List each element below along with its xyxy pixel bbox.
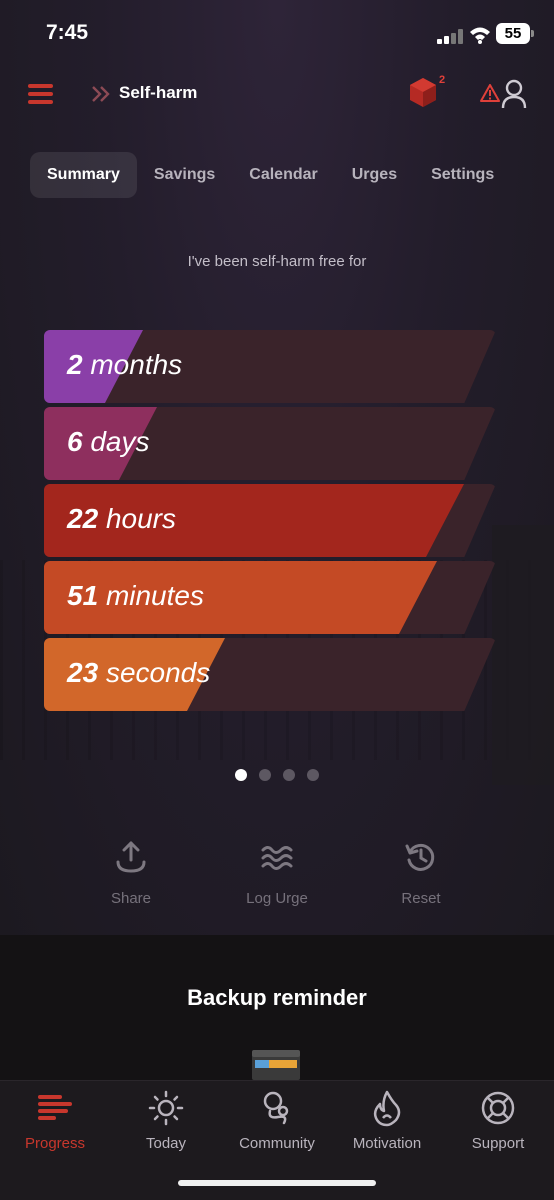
counter-label: 22 hours [67,503,176,535]
backup-reminder-title: Backup reminder [187,985,367,1010]
nav-label: Motivation [352,1135,422,1152]
counter-value: 23 [67,657,99,688]
status-bar: 7:45 55 [0,18,554,52]
nav-progress[interactable]: Progress [0,1089,110,1152]
background-pillar [492,525,554,785]
progress-bars-icon [38,1095,72,1120]
backup-reminder-section: Backup reminder [0,935,554,1080]
counter-label: 2 months [67,349,182,381]
nav-motivation[interactable]: Motivation [332,1089,442,1152]
nav-support[interactable]: Support [443,1089,553,1152]
waves-icon [261,846,293,870]
counter-unit: minutes [105,580,204,611]
counter-value: 6 [67,426,83,457]
counter-unit: days [90,426,150,457]
tab-calendar[interactable]: Calendar [232,152,334,198]
counter-unit: seconds [105,657,211,688]
nav-today[interactable]: Today [111,1089,221,1152]
tab-settings[interactable]: Settings [414,152,511,198]
page-dot[interactable] [283,769,295,781]
tab-bar: Summary Savings Calendar Urges Settings [30,152,511,198]
status-time: 7:45 [46,21,89,44]
history-icon [405,843,435,871]
counter-minutes: 51 minutes [44,561,496,634]
counter-label: 23 seconds [67,657,210,689]
log-urge-label: Log Urge [246,890,308,907]
counter-unit: hours [105,503,176,534]
double-chevron-icon[interactable] [90,82,112,106]
page-dot[interactable] [307,769,319,781]
community-icon [263,1091,289,1125]
page-indicator[interactable] [235,769,331,781]
counter-value: 51 [67,580,99,611]
nav-label: Support [471,1135,525,1152]
notification-count: 2 [439,74,446,86]
streak-intro-text: I've been self-harm free for [187,253,367,270]
counter-label: 6 days [67,426,150,458]
counter-months: 2 months [44,330,496,403]
counter-seconds: 23 seconds [44,638,496,711]
nav-label: Community [239,1135,315,1152]
flame-icon [373,1090,401,1127]
cube-icon[interactable] [408,76,438,108]
share-label: Share [110,890,152,907]
log-urge-button[interactable]: Log Urge [227,840,327,907]
reset-button[interactable]: Reset [371,840,471,907]
page-dot[interactable] [235,769,247,781]
home-indicator[interactable] [178,1180,376,1186]
nav-community[interactable]: Community [222,1089,332,1152]
lifebuoy-icon [481,1091,515,1125]
page-dot[interactable] [259,769,271,781]
counter-label: 51 minutes [67,580,204,612]
profile-icon[interactable] [500,78,528,110]
cellular-signal-icon [437,28,463,44]
tab-urges[interactable]: Urges [335,152,414,198]
sun-icon [148,1090,184,1126]
nav-label: Today [145,1135,187,1152]
addiction-title[interactable]: Self-harm [119,83,197,103]
nav-label: Progress [24,1135,86,1152]
share-button[interactable]: Share [81,840,181,907]
counter-unit: months [90,349,183,380]
streak-counter: 2 months 6 days 22 hours 51 minutes 23 s… [44,330,496,715]
reset-label: Reset [401,890,441,907]
tab-summary[interactable]: Summary [30,152,137,198]
battery-indicator: 55 [496,23,534,44]
tab-savings[interactable]: Savings [137,152,232,198]
counter-value: 22 [67,503,99,534]
file-box-icon [252,1050,300,1080]
share-icon [116,841,146,873]
top-bar: Self-harm 2 [0,70,554,118]
wifi-icon [470,27,490,44]
counter-value: 2 [67,349,83,380]
warning-icon[interactable] [480,84,500,102]
hamburger-menu-icon[interactable] [28,84,53,104]
counter-days: 6 days [44,407,496,480]
counter-hours: 22 hours [44,484,496,557]
